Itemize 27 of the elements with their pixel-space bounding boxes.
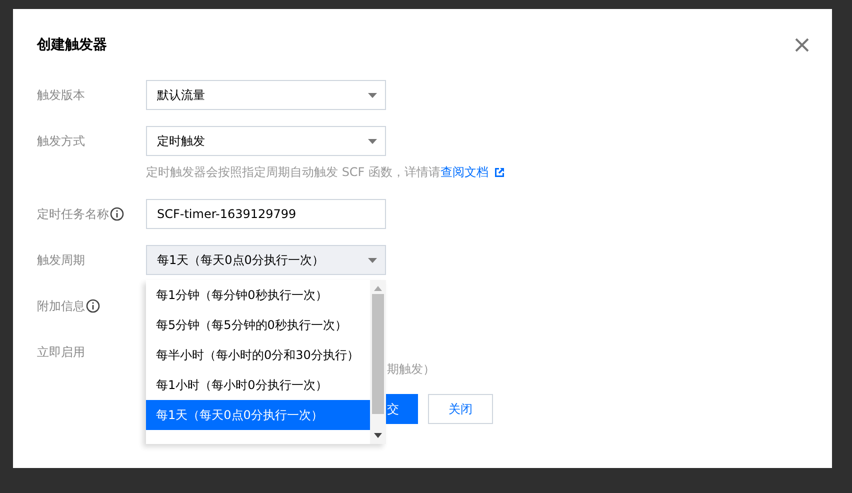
dropdown-option[interactable]: 每1分钟（每分钟0秒执行一次） [146,280,370,310]
input-field[interactable]: SCF-timer-1639129799 [146,199,386,229]
external-link-icon[interactable] [494,167,505,178]
close-dialog-button[interactable]: 关闭 [428,394,493,424]
select-field[interactable]: 每1天（每天0点0分执行一次） [146,245,386,275]
docs-link[interactable]: 查阅文档 [440,164,489,181]
field-label: 触发方式 [37,132,85,150]
close-button[interactable] [794,37,810,53]
hint-text: 定时触发器会按照指定周期自动触发 SCF 函数，详情请 [146,164,441,181]
info-icon[interactable] [86,299,100,313]
select-field[interactable]: 定时触发 [146,126,386,156]
info-icon[interactable] [110,207,124,221]
caret-icon [368,92,377,98]
caret-icon [368,258,377,262]
field-label: 触发周期 [37,252,85,268]
field-label: 附加信息 [37,298,85,314]
field-label: 立即启用 [37,344,85,360]
dropdown-option[interactable]: 每1天（每天0点0分执行一次） [146,400,370,430]
caret-icon [368,138,377,144]
field-label: 定时任务名称 [37,206,109,222]
select-field[interactable]: 默认流量 [146,80,386,110]
scroll-down-icon[interactable] [374,433,382,438]
hint-text: 期触发） [387,361,435,378]
scrollbar[interactable] [370,280,386,444]
submit-button[interactable]: 交 [385,394,418,424]
dialog-title: 创建触发器 [37,36,107,54]
field-label: 触发版本 [37,86,85,104]
